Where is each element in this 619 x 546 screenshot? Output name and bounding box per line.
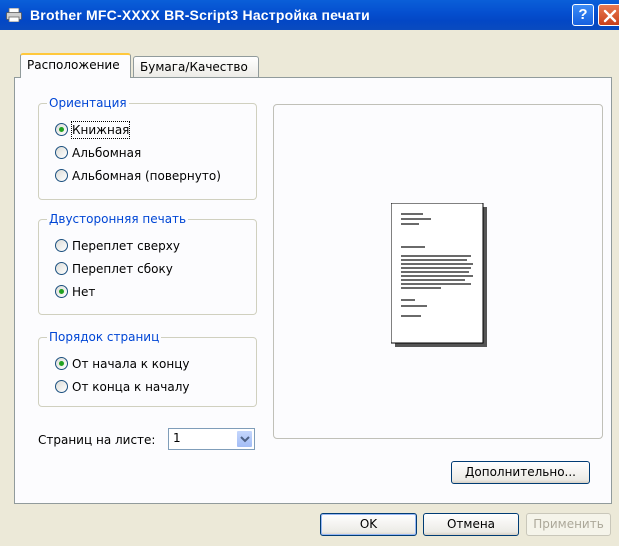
printer-icon	[6, 8, 22, 22]
tab-layout[interactable]: Расположение	[20, 53, 131, 78]
pages-per-sheet-value: 1	[173, 431, 181, 445]
radio-button-selected	[55, 357, 68, 370]
print-settings-dialog: Brother MFC-XXXX BR-Script3 Настройка пе…	[0, 0, 619, 546]
radio-button	[55, 262, 68, 275]
radio-front-to-back-label: От начала к концу	[72, 357, 190, 371]
tab-panel: Ориентация Книжная Альбомная Альбомная (…	[14, 77, 612, 504]
radio-flip-side-label: Переплет сбоку	[72, 262, 173, 276]
radio-flip-top-label: Переплет сверху	[72, 239, 180, 253]
cancel-button[interactable]: Отмена	[423, 513, 519, 536]
radio-button	[55, 380, 68, 393]
pages-per-sheet-select[interactable]: 1	[168, 428, 255, 450]
radio-portrait-label: Книжная	[70, 121, 131, 139]
radio-duplex-none-label: Нет	[72, 285, 96, 299]
dropdown-arrow-button[interactable]	[236, 430, 253, 448]
radio-landscape-label: Альбомная	[72, 146, 142, 160]
radio-button	[55, 169, 68, 182]
page-preview	[273, 104, 603, 439]
radio-button-selected	[55, 123, 68, 136]
radio-landscape-rotated-label: Альбомная (повернуто)	[72, 169, 221, 183]
duplex-group-title: Двусторонняя печать	[47, 212, 189, 226]
radio-back-to-front-label: От конца к началу	[72, 380, 190, 394]
tab-paper-quality[interactable]: Бумага/Качество	[133, 56, 259, 78]
document-page-icon	[391, 203, 487, 347]
apply-button[interactable]: Применить	[526, 513, 611, 536]
advanced-button[interactable]: Дополнительно...	[451, 461, 590, 484]
help-button[interactable]: ?	[572, 4, 594, 26]
close-icon	[603, 9, 617, 23]
orientation-group-title: Ориентация	[47, 96, 129, 110]
duplex-group: Двусторонняя печать Переплет сверху Пере…	[38, 212, 257, 315]
radio-button-selected	[55, 285, 68, 298]
chevron-down-icon	[240, 436, 250, 443]
title-bar[interactable]: Brother MFC-XXXX BR-Script3 Настройка пе…	[0, 0, 619, 30]
window-title: Brother MFC-XXXX BR-Script3 Настройка пе…	[30, 7, 370, 23]
orientation-group: Ориентация Книжная Альбомная Альбомная (…	[38, 96, 257, 200]
close-button[interactable]	[598, 4, 619, 26]
page-order-group: Порядок страниц От начала к концу От кон…	[38, 330, 257, 407]
radio-button	[55, 146, 68, 159]
ok-button[interactable]: OK	[320, 513, 417, 536]
pages-per-sheet-label: Страниц на листе:	[38, 433, 156, 447]
page-order-group-title: Порядок страниц	[47, 330, 162, 344]
radio-button	[55, 239, 68, 252]
